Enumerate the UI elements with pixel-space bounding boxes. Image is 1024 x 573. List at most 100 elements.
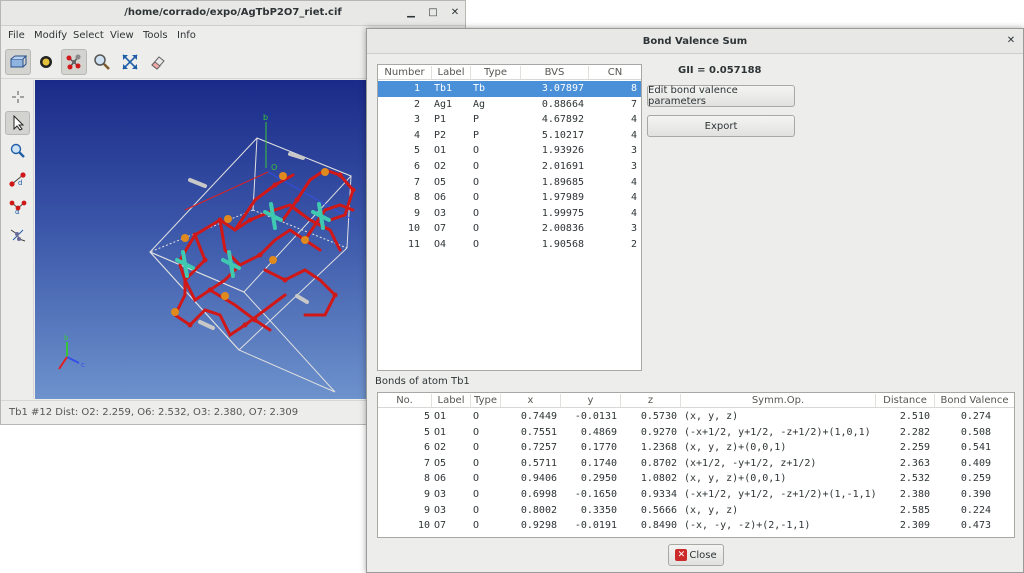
close-button-label: Close [689, 549, 717, 561]
bvs-cell-bvs: 4.67892 [541, 114, 584, 126]
bvs-table-row[interactable]: 3 P1 P 4.67892 4 [378, 112, 641, 128]
crosshair-tool-button[interactable] [5, 85, 30, 109]
export-button[interactable]: Export [647, 115, 795, 137]
close-icon[interactable]: ✕ [447, 5, 463, 21]
bond-cell-no: 5 [423, 411, 430, 422]
dialog-close-icon[interactable]: ✕ [1003, 33, 1019, 49]
bvs-table-row[interactable]: 7 O5 O 1.89685 4 [378, 175, 641, 191]
bond-cell-symmop: (-x+1/2, y+1/2, -z+1/2)+(1,0,1) [684, 426, 871, 438]
bvs-cell-label: P2 [434, 129, 447, 141]
col-symmop-header[interactable]: Symm.Op. [681, 394, 876, 407]
col-distance-header[interactable]: Distance [876, 394, 935, 407]
menu-modify[interactable]: Modify [34, 30, 67, 41]
bvs-table-row[interactable]: 5 O1 O 1.93926 3 [378, 143, 641, 159]
bond-cell-x: 0.8002 [520, 504, 557, 516]
bvs-cell-label: O5 [434, 176, 447, 188]
col-cn-header[interactable]: CN [589, 66, 641, 79]
bvs-cell-label: Tb1 [434, 83, 453, 94]
bvs-cell-type: P [473, 129, 480, 141]
bvs-table-row[interactable]: 11 O4 O 1.90568 2 [378, 237, 641, 253]
bonds-table-row[interactable]: 10 O7 O 0.9298 -0.0191 0.8490 (-x, -y, -z)+(2,… [378, 518, 1014, 534]
edit-bond-valence-parameters-button[interactable]: Edit bond valence parameters [647, 85, 795, 107]
bond-cell-y: 0.1770 [580, 442, 617, 454]
col-bvs-header[interactable]: BVS [521, 66, 589, 79]
bond-cell-bond-valence: 0.541 [960, 442, 991, 454]
bonds-table-row[interactable]: 5 O1 O 0.7449 -0.0131 0.5730 (x, y, z) 2.510 0.2… [378, 409, 1014, 425]
bond-cell-label: O1 [434, 411, 447, 422]
col-x-header[interactable]: x [501, 394, 561, 407]
bvs-table-row[interactable]: 9 O3 O 1.99975 4 [378, 206, 641, 222]
molecule-tool-button[interactable] [61, 49, 87, 75]
unit-cell-icon [10, 55, 27, 68]
col-label-header[interactable]: Label [432, 66, 471, 79]
bvs-cell-cn: 3 [630, 145, 637, 157]
col-z-header[interactable]: z [621, 394, 681, 407]
bonds-table-row[interactable]: 5 O1 O 0.7551 0.4869 0.9270 (-x+1/2, y+1/2, -z… [378, 425, 1014, 441]
bvs-table[interactable]: Number Label Type BVS CN 1 Tb1 Tb 3.07897 8 2… [377, 64, 642, 371]
col-label-header[interactable]: Label [432, 394, 471, 407]
bonds-table-row[interactable]: 7 O5 O 0.5711 0.1740 0.8702 (x+1/2, -y+1/2, z+… [378, 456, 1014, 472]
bond-cell-x: 0.7257 [520, 442, 557, 454]
bvs-cell-label: O3 [434, 207, 447, 219]
pointer-tool-button[interactable] [5, 111, 30, 135]
bonds-section-label: Bonds of atom Tb1 [375, 376, 470, 387]
col-number-header[interactable]: Number [378, 66, 432, 79]
fit-view-button[interactable] [117, 49, 143, 75]
menu-info[interactable]: Info [177, 30, 196, 41]
bvs-cell-label: P1 [434, 114, 447, 126]
bond-cell-y: -0.0191 [574, 520, 617, 532]
crosshair-icon [11, 91, 24, 103]
bvs-cell-type: O [473, 161, 480, 172]
col-type-header[interactable]: Type [471, 66, 521, 79]
eraser-button[interactable] [145, 49, 171, 75]
col-bond-valence-header[interactable]: Bond Valence [935, 394, 1014, 407]
bond-cell-symmop: (-x+1/2, y+1/2, -z+1/2)+(1,-1,1) [684, 489, 877, 500]
bonds-table-row[interactable]: 9 O3 O 0.6998 -0.1650 0.9334 (-x+1/2, y+1/2, -… [378, 487, 1014, 503]
menu-tools[interactable]: Tools [143, 30, 168, 41]
bonds-table-row[interactable]: 6 O2 O 0.7257 0.1770 1.2368 (x, y, z)+(0,0,1) 2… [378, 440, 1014, 456]
minimize-icon[interactable]: ▁ [403, 5, 419, 21]
menu-file[interactable]: File [8, 30, 25, 41]
bvs-table-row[interactable]: 10 O7 O 2.00836 3 [378, 221, 641, 237]
menu-select[interactable]: Select [73, 30, 104, 41]
bond-cell-z: 0.8490 [640, 520, 677, 532]
unit-cell-tool-button[interactable] [5, 49, 31, 75]
bonds-table-row[interactable]: 9 O3 O 0.8002 0.3350 0.5666 (x, y, z) 2.585 0.22… [378, 503, 1014, 519]
bond-cell-z: 0.5730 [640, 411, 677, 422]
bond-cell-symmop: (x, y, z)+(0,0,1) [684, 442, 787, 454]
angle-tool-button[interactable]: α [5, 195, 30, 219]
menu-view[interactable]: View [110, 30, 134, 41]
col-type-header[interactable]: Type [471, 394, 501, 407]
bvs-table-row[interactable]: 8 O6 O 1.97989 4 [378, 190, 641, 206]
label-tool-button[interactable] [33, 49, 59, 75]
bond-cell-distance: 2.532 [899, 473, 930, 485]
bond-cell-x: 0.7449 [520, 411, 557, 422]
bvs-cell-bvs: 3.07897 [541, 83, 584, 94]
bvs-cell-cn: 4 [630, 129, 637, 141]
bond-cell-label: O2 [434, 442, 447, 454]
close-button[interactable]: ✕ Close [668, 544, 724, 566]
col-no-header[interactable]: No. [378, 394, 432, 407]
bvs-table-row[interactable]: 2 Ag1 Ag 0.88664 7 [378, 97, 641, 113]
bvs-table-row[interactable]: 1 Tb1 Tb 3.07897 8 [378, 81, 641, 97]
zoom-tool-button[interactable] [5, 139, 30, 163]
distance-tool-button[interactable]: d [5, 167, 30, 191]
bond-cell-type: O [473, 504, 480, 516]
viewer-sidebar: d α [1, 80, 34, 399]
bond-cell-distance: 2.585 [899, 504, 930, 516]
maximize-icon[interactable]: □ [425, 5, 441, 21]
a-axis-line [184, 171, 269, 211]
col-y-header[interactable]: y [561, 394, 621, 407]
bonds-table-row[interactable]: 8 O6 O 0.9406 0.2950 1.0802 (x, y, z)+(0,0,1) 2… [378, 471, 1014, 487]
bonds-table[interactable]: No. Label Type x y z Symm.Op. Distance B… [377, 392, 1015, 538]
bvs-table-row[interactable]: 4 P2 P 5.10217 4 [378, 128, 641, 144]
bond-cell-distance: 2.259 [899, 442, 930, 454]
bond-cell-y: -0.0131 [574, 411, 617, 422]
torsion-tool-button[interactable] [5, 223, 30, 247]
bonds-table-header: No. Label Type x y z Symm.Op. Distance B… [378, 393, 1014, 408]
bvs-table-row[interactable]: 6 O2 O 2.01691 3 [378, 159, 641, 175]
bvs-cell-label: Ag1 [434, 98, 453, 110]
bond-cell-symmop: (x+1/2, -y+1/2, z+1/2) [684, 457, 817, 469]
zoom-search-button[interactable] [89, 49, 115, 75]
bvs-cell-type: O [473, 192, 480, 204]
